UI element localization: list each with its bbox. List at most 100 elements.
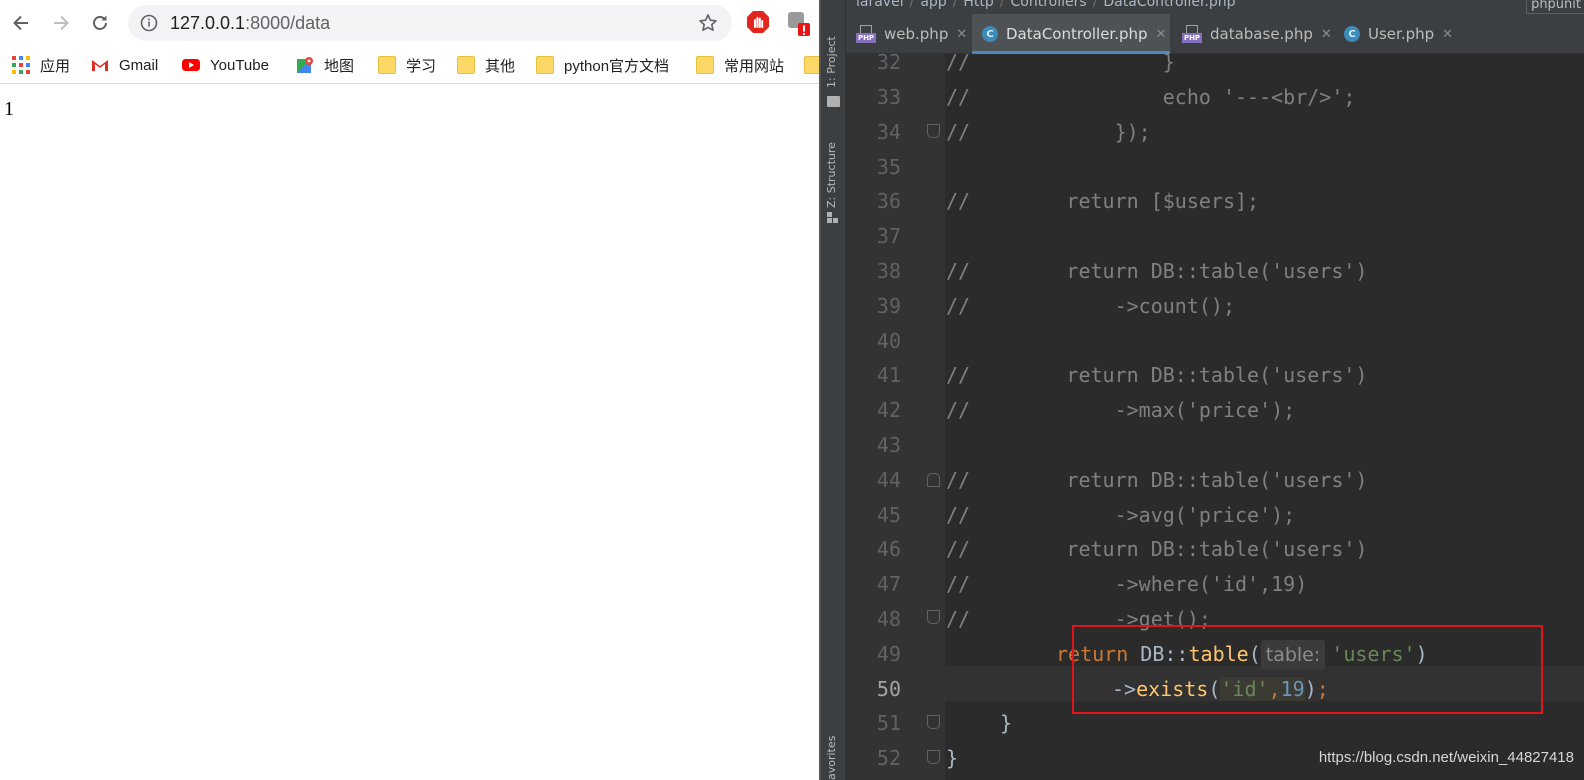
close-icon[interactable]: ✕ — [1321, 27, 1332, 42]
parameter-hint: table: — [1260, 640, 1326, 670]
browser-window: 127.0.0.1:8000/data 应用 Gmail YouTube 地图 — [0, 0, 819, 780]
folder-icon — [536, 56, 554, 74]
open-paren: ( — [1208, 677, 1221, 701]
fold-marker-icon[interactable] — [927, 124, 940, 138]
line-number: 32 — [876, 50, 901, 74]
fold-marker-icon[interactable] — [927, 473, 940, 487]
code-editor[interactable]: 32 33 34 35 36 37 38 39 40 41 42 43 44 4… — [846, 50, 1584, 780]
fold-marker-icon[interactable] — [927, 715, 940, 729]
tab-label: web.php — [884, 25, 949, 43]
breadcrumb-separator: / — [999, 0, 1005, 10]
line-number: 34 — [876, 120, 901, 144]
bookmark-youtube[interactable]: YouTube — [182, 54, 269, 76]
code-line-return-table: return DB::table(table:'users') — [1056, 637, 1428, 672]
tab-label: DataController.php — [1006, 25, 1148, 43]
close-icon[interactable]: ✕ — [1156, 27, 1167, 42]
scope-operator: :: — [1164, 642, 1189, 666]
bookmark-label: 应用 — [40, 57, 71, 75]
line-number: 36 — [876, 189, 901, 213]
bookmark-star-icon[interactable] — [698, 13, 718, 33]
code-line-exists: ->exists('id',19); — [1112, 672, 1329, 707]
breadcrumb-item[interactable]: Controllers — [1011, 0, 1087, 10]
code-line: // ->get(); — [946, 607, 1211, 631]
line-number: 43 — [876, 433, 901, 457]
youtube-icon — [182, 59, 200, 71]
adblock-extension-icon[interactable] — [746, 10, 770, 34]
ide-window: 1: Project Z: Structure avorites laravel… — [819, 0, 1584, 780]
bookmark-folder-overflow[interactable] — [804, 54, 819, 76]
line-number: 40 — [876, 329, 901, 353]
breadcrumb-item[interactable]: laravel — [856, 0, 904, 10]
keyword-return: return — [1056, 642, 1129, 666]
line-number: 52 — [876, 746, 901, 770]
url-host: 127.0.0.1 — [170, 13, 246, 33]
code-line: // ->where('id',19) — [946, 572, 1308, 596]
line-number: 38 — [876, 259, 901, 283]
bookmark-gmail[interactable]: Gmail — [91, 54, 158, 76]
line-number: 51 — [876, 711, 901, 735]
run-configuration-selector[interactable]: phpunit — [1526, 0, 1584, 14]
folder-icon — [696, 56, 714, 74]
url-path: :8000/data — [245, 13, 331, 33]
structure-tool-tab[interactable]: Z: Structure — [825, 130, 838, 208]
bookmark-folder-other[interactable]: 其他 — [457, 54, 515, 76]
browser-toolbar: 127.0.0.1:8000/data — [0, 0, 819, 46]
class-icon: C — [1344, 26, 1360, 42]
breadcrumb-item[interactable]: app — [920, 0, 946, 10]
close-icon[interactable]: ✕ — [956, 27, 967, 42]
bookmark-apps[interactable]: 应用 — [12, 54, 70, 76]
bookmark-label: 地图 — [324, 57, 355, 75]
back-arrow-icon — [13, 15, 28, 31]
extension-alert-icon[interactable] — [786, 10, 812, 38]
code-line: // }); — [946, 120, 1151, 144]
line-number: 42 — [876, 398, 901, 422]
breadcrumb: laravel / app / Http / Controllers / DataControl… — [856, 0, 1236, 10]
favorites-tool-tab[interactable]: avorites — [825, 730, 838, 780]
arrow-operator: -> — [1112, 677, 1137, 701]
breadcrumb-item[interactable]: Http — [963, 0, 993, 10]
folder-icon — [378, 56, 396, 74]
breadcrumb-item[interactable]: DataController.php — [1103, 0, 1235, 10]
site-info-icon[interactable] — [140, 14, 158, 32]
tab-user-php[interactable]: C User.php ✕ — [1334, 14, 1464, 54]
method-table: table — [1188, 642, 1249, 666]
line-number: 37 — [876, 224, 901, 248]
class-icon: C — [982, 26, 998, 42]
run-config-label: phpunit — [1531, 0, 1581, 12]
structure-icon — [827, 212, 838, 223]
bookmark-maps[interactable]: 地图 — [296, 54, 354, 76]
line-number: 33 — [876, 85, 901, 109]
project-tool-tab[interactable]: 1: Project — [825, 26, 838, 88]
fold-marker-icon[interactable] — [927, 610, 940, 624]
line-number: 44 — [876, 468, 901, 492]
tab-database-php[interactable]: PHP database.php ✕ — [1172, 14, 1334, 54]
bookmark-folder-common-sites[interactable]: 常用网站 — [696, 54, 784, 76]
line-number: 45 — [876, 503, 901, 527]
code-line: // echo '---<br/>'; — [946, 85, 1356, 109]
reload-button[interactable] — [87, 10, 113, 36]
back-button[interactable] — [8, 10, 34, 36]
url-text[interactable]: 127.0.0.1:8000/data — [170, 13, 330, 34]
bookmark-folder-study[interactable]: 学习 — [378, 54, 436, 76]
line-number: 35 — [876, 155, 901, 179]
bookmark-folder-python-docs[interactable]: python官方文档 — [536, 54, 669, 76]
fold-marker-icon[interactable] — [927, 750, 940, 764]
gmail-icon — [92, 60, 108, 71]
folder-icon — [804, 56, 819, 74]
close-icon[interactable]: ✕ — [1442, 27, 1453, 42]
code-line-close-brace: } — [946, 746, 959, 770]
bookmarks-bar: 应用 Gmail YouTube 地图 学习 其他 python官方文档 常用网… — [0, 46, 819, 84]
breadcrumb-separator: / — [952, 0, 958, 10]
code-line: // return [$users]; — [946, 189, 1260, 213]
comma: , — [1268, 677, 1281, 701]
line-number: 41 — [876, 363, 901, 387]
code-line: // ->max('price'); — [946, 398, 1296, 422]
address-bar[interactable]: 127.0.0.1:8000/data — [128, 5, 732, 41]
watermark-text: https://blog.csdn.net/weixin_44827418 — [1318, 749, 1574, 766]
close-paren: ) — [1415, 642, 1428, 666]
page-output: 1 — [4, 98, 14, 120]
open-paren: ( — [1248, 642, 1261, 666]
code-line: // ->avg('price'); — [946, 503, 1296, 527]
forward-button[interactable] — [48, 10, 74, 36]
line-number: 46 — [876, 537, 901, 561]
